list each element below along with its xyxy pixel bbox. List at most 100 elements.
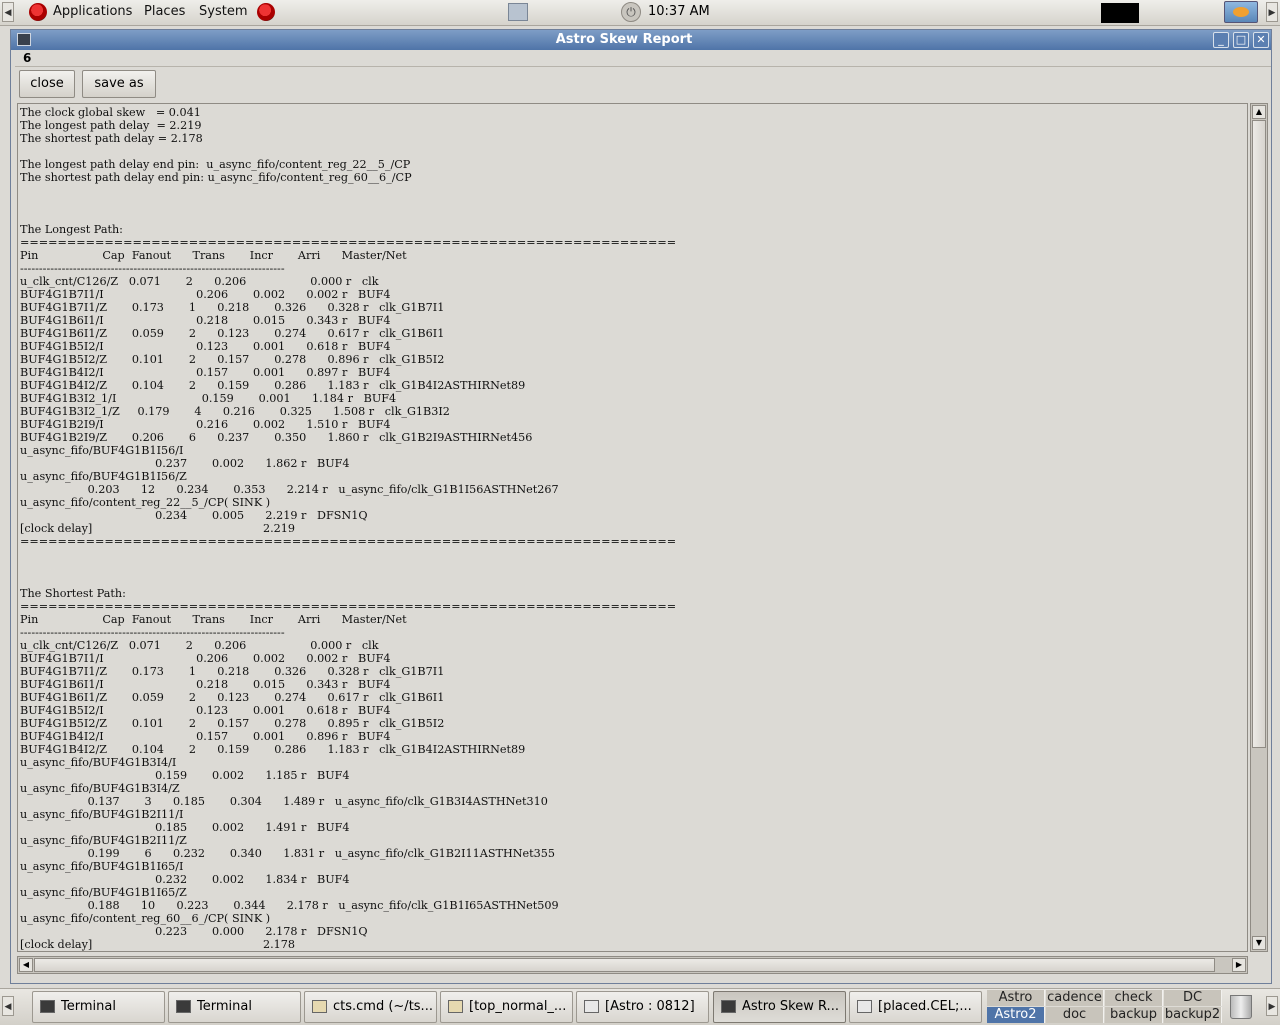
report-line: BUF4G1B6I1/Z 0.059 2 0.123 0.274 0.617 r… [20, 327, 445, 340]
report-line: 0.188 10 0.223 0.344 2.178 r u_async_fif… [20, 899, 559, 912]
report-line: 0.223 0.000 2.178 r DFSN1Q [20, 925, 368, 938]
task-terminal-2[interactable]: Terminal [168, 991, 301, 1023]
workspace-backup2[interactable]: backup2 [1164, 1007, 1222, 1023]
report-line: ========================================… [20, 535, 677, 548]
workspace-dc[interactable]: DC [1164, 990, 1222, 1006]
report-line: 0.185 0.002 1.491 r BUF4 [20, 821, 350, 834]
maximize-icon[interactable]: □ [1233, 32, 1249, 48]
report-line: The Shortest Path: [20, 587, 126, 600]
report-line: 0.234 0.005 2.219 r DFSN1Q [20, 509, 368, 522]
places-menu[interactable]: Places [144, 4, 185, 19]
vertical-scroll-thumb[interactable] [1252, 120, 1266, 748]
task-astro-skew-report[interactable]: Astro Skew R... [713, 991, 846, 1023]
report-line: The longest path delay = 2.219 [20, 119, 202, 132]
report-line: The shortest path delay = 2.178 [20, 132, 203, 145]
task-cts-cmd[interactable]: cts.cmd (~/ts... [304, 991, 437, 1023]
report-line [20, 210, 1247, 223]
redhat-update-icon[interactable] [257, 3, 275, 21]
report-line: u_async_fifo/BUF4G1B1I65/Z [20, 886, 187, 899]
panel-right-arrow-icon[interactable]: ▶ [1266, 2, 1278, 22]
report-line: BUF4G1B4I2/I 0.157 0.001 0.897 r BUF4 [20, 366, 391, 379]
report-line: BUF4G1B5I2/I 0.123 0.001 0.618 r BUF4 [20, 704, 391, 717]
report-line: BUF4G1B7I1/I 0.206 0.002 0.002 r BUF4 [20, 288, 391, 301]
horizontal-scroll-thumb[interactable] [34, 958, 1215, 972]
system-menu[interactable]: System [199, 4, 247, 19]
report-line: The shortest path delay end pin: u_async… [20, 171, 412, 184]
report-line: BUF4G1B2I9/Z 0.206 6 0.237 0.350 1.860 r… [20, 431, 533, 444]
panel-left-arrow-icon[interactable]: ◀ [2, 2, 14, 22]
workspace-backup[interactable]: backup [1105, 1007, 1163, 1023]
report-line: BUF4G1B4I2/Z 0.104 2 0.159 0.286 1.183 r… [20, 743, 526, 756]
report-line [20, 184, 1247, 197]
scroll-down-icon[interactable]: ▼ [1252, 936, 1266, 950]
report-line: u_async_fifo/content_reg_60__6_/CP( SINK… [20, 912, 271, 925]
scroll-right-icon[interactable]: ▶ [1232, 958, 1246, 972]
workspace-check[interactable]: check [1105, 990, 1163, 1006]
report-line [20, 574, 1247, 587]
workspace-astro2[interactable]: Astro2 [987, 1007, 1045, 1023]
report-line: BUF4G1B7I1/I 0.206 0.002 0.002 r BUF4 [20, 652, 391, 665]
task-astro-0812[interactable]: [Astro : 0812] [576, 991, 709, 1023]
scroll-up-icon[interactable]: ▲ [1252, 105, 1266, 119]
report-line: u_async_fifo/BUF4G1B2I11/Z [20, 834, 187, 847]
report-line: BUF4G1B3I2_1/I 0.159 0.001 1.184 r BUF4 [20, 392, 397, 405]
report-line: 0.203 12 0.234 0.353 2.214 r u_async_fif… [20, 483, 559, 496]
window-icon [584, 1000, 599, 1013]
horizontal-scrollbar[interactable]: ◀ ▶ [17, 956, 1248, 974]
close-button[interactable]: close [19, 70, 75, 98]
task-placed-cel[interactable]: [placed.CEL;... [849, 991, 982, 1023]
report-line: BUF4G1B7I1/Z 0.173 1 0.218 0.326 0.328 r… [20, 301, 445, 314]
trash-icon[interactable] [1230, 995, 1252, 1019]
report-line: ----------------------------------------… [20, 626, 285, 639]
report-line: BUF4G1B4I2/I 0.157 0.001 0.896 r BUF4 [20, 730, 391, 743]
report-line: BUF4G1B5I2/Z 0.101 2 0.157 0.278 0.896 r… [20, 353, 445, 366]
report-line: 0.159 0.002 1.185 r BUF4 [20, 769, 350, 782]
report-line: BUF4G1B7I1/Z 0.173 1 0.218 0.326 0.328 r… [20, 665, 445, 678]
applications-menu[interactable]: Applications [53, 4, 132, 19]
report-text: The clock global skew = 0.041 The longest… [18, 104, 1247, 951]
bottom-panel: ◀ Terminal Terminal cts.cmd (~/ts... [to… [0, 988, 1280, 1025]
report-line: Pin Cap Fanout Trans Incr Arri Master/Ne… [20, 613, 407, 626]
report-line: BUF4G1B6I1/I 0.218 0.015 0.343 r BUF4 [20, 678, 391, 691]
vertical-scrollbar[interactable]: ▲ ▼ [1250, 103, 1268, 952]
report-line: ----------------------------------------… [20, 262, 285, 275]
report-line [20, 561, 1247, 574]
status-field: 6 [15, 51, 1271, 67]
report-line: 0.232 0.002 1.834 r BUF4 [20, 873, 350, 886]
clock[interactable]: 10:37 AM [648, 4, 710, 19]
title-bar[interactable]: Astro Skew Report _ □ ✕ [11, 30, 1271, 50]
close-icon[interactable]: ✕ [1253, 32, 1269, 48]
report-line: ========================================… [20, 236, 677, 249]
power-icon[interactable]: ⏻ [621, 2, 641, 22]
workspace-cadence[interactable]: cadence [1046, 990, 1104, 1006]
report-text-area[interactable]: The clock global skew = 0.041 The longest… [17, 103, 1248, 952]
report-line: BUF4G1B4I2/Z 0.104 2 0.159 0.286 1.183 r… [20, 379, 526, 392]
redhat-logo-icon[interactable] [29, 3, 47, 21]
report-line: 0.199 6 0.232 0.340 1.831 r u_async_fifo… [20, 847, 556, 860]
report-line: BUF4G1B6I1/I 0.218 0.015 0.343 r BUF4 [20, 314, 391, 327]
workspace-astro[interactable]: Astro [987, 990, 1045, 1006]
top-panel: ◀ Applications Places System ⏻ 10:37 AM … [0, 0, 1280, 26]
report-line: [clock delay] 2.219 [20, 522, 295, 535]
report-line: BUF4G1B6I1/Z 0.059 2 0.123 0.274 0.617 r… [20, 691, 445, 704]
task-top-normal[interactable]: [top_normal_... [440, 991, 573, 1023]
save-as-button[interactable]: save as [82, 70, 156, 98]
report-line [20, 197, 1247, 210]
report-line: u_async_fifo/BUF4G1B1I56/Z [20, 470, 187, 483]
window-icon [721, 1000, 736, 1013]
network-icon[interactable] [508, 3, 528, 21]
task-terminal-1[interactable]: Terminal [32, 991, 165, 1023]
fish-applet-icon[interactable] [1224, 1, 1258, 23]
report-line: ========================================… [20, 600, 677, 613]
report-line: The Longest Path: [20, 223, 123, 236]
taskbar-left-arrow-icon[interactable]: ◀ [2, 996, 14, 1016]
report-line: u_clk_cnt/C126/Z 0.071 2 0.206 0.000 r c… [20, 639, 379, 652]
workspace-doc[interactable]: doc [1046, 1007, 1104, 1023]
report-line: 0.237 0.002 1.862 r BUF4 [20, 457, 350, 470]
report-line: BUF4G1B5I2/I 0.123 0.001 0.618 r BUF4 [20, 340, 391, 353]
report-line: [clock delay] 2.178 [20, 938, 295, 951]
report-line: The clock global skew = 0.041 [20, 106, 201, 119]
taskbar-right-arrow-icon[interactable]: ▶ [1266, 996, 1278, 1016]
minimize-icon[interactable]: _ [1213, 32, 1229, 48]
scroll-left-icon[interactable]: ◀ [19, 958, 33, 972]
